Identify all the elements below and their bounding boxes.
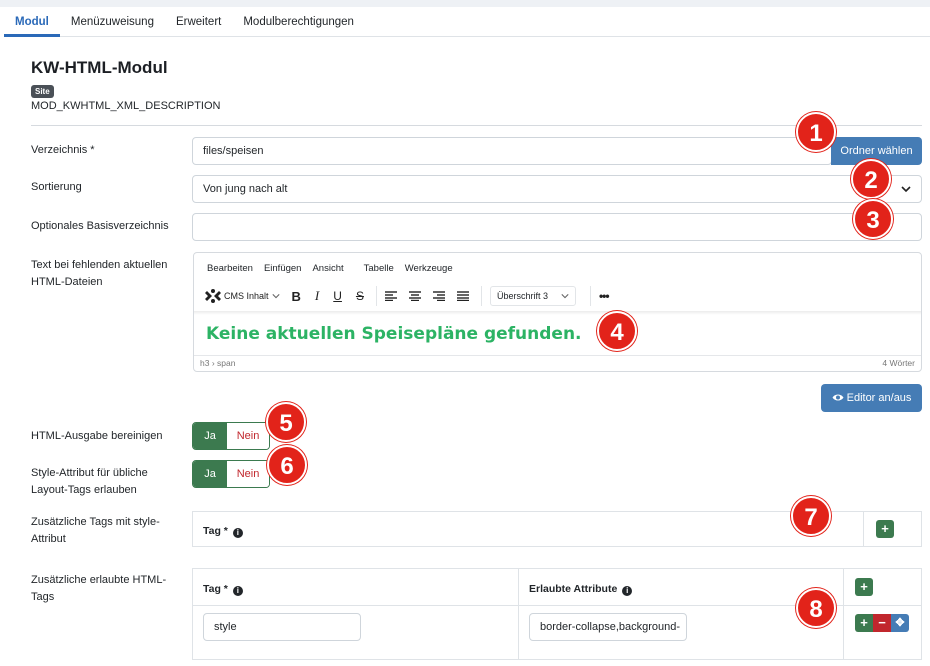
bereinigen-toggle[interactable]: Ja Nein [192,422,270,450]
zus-style-col-tag: Tag * i [203,525,243,538]
underline-button[interactable]: U [333,285,342,307]
zus-html-label: Zusätzliche erlaubte HTML- Tags [31,572,166,606]
marker-6: 6 [267,445,307,485]
sortierung-value: Von jung nach alt [203,183,288,195]
column-divider [863,512,864,546]
tab-modul[interactable]: Modul [4,7,60,37]
editor-toggle-button[interactable]: Editor an/aus [821,384,922,412]
style-attr-toggle[interactable]: Ja Nein [192,460,270,488]
info-icon: i [622,586,633,596]
fehlend-label: Text bei fehlenden aktuellen HTML-Dateie… [31,257,167,291]
fehlend-label-line2: HTML-Dateien [31,276,103,288]
element-path: h3 › span [200,358,236,368]
fehlend-label-line1: Text bei fehlenden aktuellen [31,259,168,271]
word-count: 4 Wörter [882,358,915,368]
cms-content-label: CMS Inhalt [224,291,269,301]
tab-erweitert[interactable]: Erweitert [165,7,232,36]
remove-row-button[interactable]: − [873,614,891,632]
basisverzeichnis-label: Optionales Basisverzeichnis [31,220,169,232]
editor-content[interactable]: Keine aktuellen Speisepläne gefunden. [206,324,582,344]
column-divider [843,569,844,659]
bold-button[interactable]: B [292,285,301,307]
format-select[interactable]: Überschrift 3 [489,286,576,306]
marker-2: 2 [851,159,891,199]
style-attr-label-line1: Style-Attribut für übliche [31,467,148,479]
editor-toggle-label: Editor an/aus [846,392,912,404]
align-center-icon[interactable] [408,285,421,307]
info-icon: i [232,528,243,538]
page-title: KW-HTML-Modul [31,58,168,77]
marker-5: 5 [266,402,306,442]
editor-menubar: Bearbeiten Einfügen Ansicht Tabelle Werk… [207,263,464,274]
tag-input[interactable]: style [203,613,361,641]
eye-icon [832,394,844,401]
zus-html-col-attr: Erlaubte Attribute i [529,583,633,596]
verzeichnis-label: Verzeichnis * [31,144,95,156]
sortierung-label: Sortierung [31,181,82,193]
zus-style-label-line1: Zusätzliche Tags mit style- [31,516,160,528]
chevron-down-icon [271,294,280,299]
toolbar-separator [480,286,482,306]
zus-html-col-tag: Tag * i [203,583,243,596]
style-attr-label: Style-Attribut für übliche Layout-Tags e… [31,465,148,499]
toolbar-separator [589,286,591,306]
bereinigen-ja[interactable]: Ja [193,423,227,449]
tab-modulberechtigungen[interactable]: Modulberechtigungen [232,7,365,36]
bereinigen-label: HTML-Ausgabe bereinigen [31,430,163,442]
tab-menuzuweisung[interactable]: Menüzuweisung [60,7,165,36]
divider [31,125,922,126]
align-right-icon[interactable] [432,285,445,307]
verzeichnis-input[interactable]: files/speisen [192,137,832,165]
format-value: Überschrift 3 [496,291,548,301]
more-icon[interactable]: ••• [599,285,610,307]
zus-style-label-line2: Attribut [31,533,66,545]
move-icon[interactable]: ✥ [891,614,909,632]
zus-style-label: Zusätzliche Tags mit style- Attribut [31,514,160,548]
style-attr-label-line2: Layout-Tags erlauben [31,484,137,496]
zus-html-label-line2: Tags [31,591,55,603]
column-divider [518,569,519,659]
module-description: MOD_KWHTML_XML_DESCRIPTION [31,100,221,112]
marker-7: 7 [791,496,831,536]
rich-text-editor: Bearbeiten Einfügen Ansicht Tabelle Werk… [193,252,922,372]
menu-einfuegen[interactable]: Einfügen [264,263,302,274]
info-icon: i [232,586,243,596]
marker-3: 3 [853,199,893,239]
sortierung-select[interactable]: Von jung nach alt [192,175,922,203]
strikethrough-button[interactable]: S [356,285,364,307]
joomla-icon [205,289,221,303]
top-strip [0,0,930,7]
attribute-input[interactable]: border-collapse,background- [529,613,687,641]
zus-html-label-line1: Zusätzliche erlaubte HTML- [31,574,167,586]
menu-tabelle[interactable]: Tabelle [364,263,394,274]
chevron-down-icon [561,294,569,299]
add-row-button[interactable]: + [855,578,873,596]
toolbar-separator [375,286,377,306]
add-row-button[interactable]: + [855,614,873,632]
site-badge: Site [31,85,54,98]
add-row-button[interactable]: + [876,520,894,538]
tab-bar: Modul Menüzuweisung Erweitert Modulberec… [4,7,930,37]
align-justify-icon[interactable] [456,285,469,307]
basisverzeichnis-input[interactable] [192,213,922,241]
toolbar-shadow [194,311,921,315]
menu-werkzeuge[interactable]: Werkzeuge [405,263,453,274]
editor-toolbar: CMS Inhalt B I U S Überschrift 3 ••• [204,285,617,307]
chevron-down-icon [901,186,911,193]
marker-1: 1 [796,112,836,152]
menu-ansicht[interactable]: Ansicht [312,263,343,274]
cms-content-button[interactable]: CMS Inhalt [204,285,280,307]
marker-8: 8 [796,588,836,628]
menu-bearbeiten[interactable]: Bearbeiten [207,263,253,274]
style-attr-nein[interactable]: Nein [227,461,269,487]
align-left-icon[interactable] [384,285,397,307]
italic-button[interactable]: I [315,285,319,307]
style-attr-ja[interactable]: Ja [193,461,227,487]
bereinigen-nein[interactable]: Nein [227,423,269,449]
marker-4: 4 [597,311,637,351]
editor-statusbar: h3 › span 4 Wörter [194,355,921,371]
